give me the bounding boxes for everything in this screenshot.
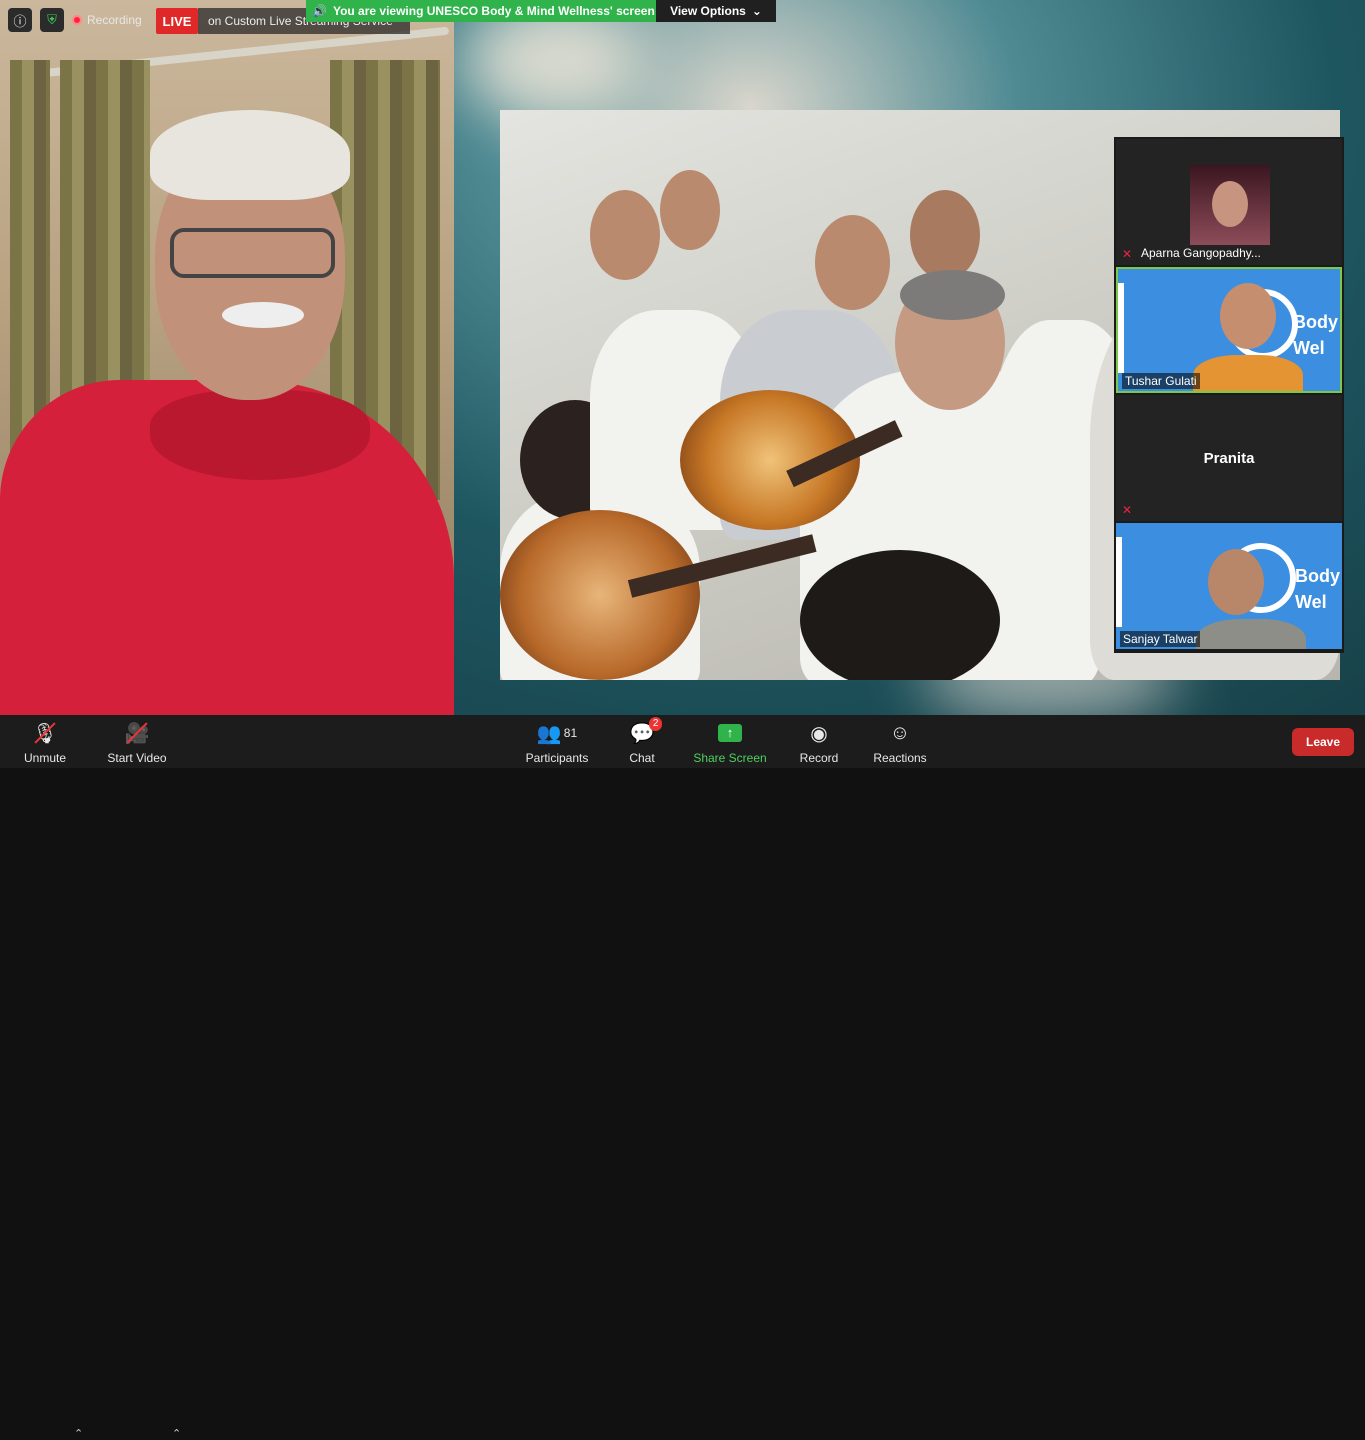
participant-name: Tushar Gulati: [1122, 373, 1200, 389]
participant-body: [1196, 619, 1306, 649]
participants-count: 81: [563, 726, 578, 740]
background-text: Body Wel: [1293, 312, 1338, 358]
share-screen-label: Share Screen: [693, 751, 767, 765]
viewing-banner: 🔊 You are viewing UNESCO Body & Mind Wel…: [306, 0, 656, 22]
record-label: Record: [799, 751, 839, 765]
start-video-label: Start Video: [107, 751, 167, 765]
participants-button[interactable]: 👥 81 Participants: [525, 721, 589, 766]
photo-guitar: [500, 510, 700, 680]
photo-head: [660, 170, 720, 250]
share-screen-button[interactable]: ↑ Share Screen: [693, 721, 767, 765]
participants-label: Participants: [525, 751, 589, 765]
avatar: [1190, 165, 1270, 245]
photo-head: [590, 190, 660, 280]
mic-muted-icon: ✕: [1122, 247, 1133, 261]
background-text: Body Wel: [1295, 566, 1340, 612]
unesco-logo-graphic: [1116, 537, 1176, 627]
participant-tile[interactable]: Body Wel Sanjay Talwar: [1116, 523, 1342, 649]
participant-tile[interactable]: Pranita ✕: [1116, 395, 1342, 521]
participant-body: [1193, 355, 1303, 391]
participant-face: [1220, 283, 1276, 349]
start-video-button[interactable]: 🎥 Start Video: [106, 721, 168, 765]
recording-label: Recording: [87, 13, 142, 27]
speaker-hair: [150, 110, 350, 200]
chevron-down-icon: ⌄: [751, 4, 762, 18]
participant-gallery: ✕ Aparna Gangopadhy... Body Wel Tushar Gu…: [1114, 137, 1344, 653]
chevron-up-icon[interactable]: ⌃: [74, 1427, 83, 1440]
microphone-icon: 🎙: [32, 721, 58, 745]
participant-tile[interactable]: ✕ Aparna Gangopadhy...: [1116, 139, 1342, 265]
record-icon: ◉: [810, 722, 828, 745]
unmute-button[interactable]: 🎙 Unmute: [22, 721, 68, 765]
photo-head: [910, 190, 980, 280]
leave-button[interactable]: Leave: [1292, 728, 1354, 756]
viewing-banner-text: You are viewing UNESCO Body & Mind Welln…: [332, 4, 655, 18]
photo-head: [800, 550, 1000, 680]
photo-head: [815, 215, 890, 310]
participant-name: Sanjay Talwar: [1120, 631, 1201, 647]
record-button[interactable]: ◉ Record: [799, 721, 839, 766]
participant-face: [1208, 549, 1264, 615]
video-camera-icon: 🎥: [125, 721, 149, 745]
speaker-icon: 🔊: [312, 4, 327, 18]
reactions-label: Reactions: [873, 751, 927, 765]
chat-button[interactable]: 💬 2 Chat: [628, 717, 663, 765]
active-speaker-video[interactable]: [0, 0, 454, 715]
meeting-toolbar: 🎙 Unmute ⌃ 🎥 Start Video ⌃ 👥81 Participa…: [0, 715, 1365, 1440]
speaker-glasses: [170, 228, 335, 278]
reactions-icon: ☺: [889, 721, 911, 744]
unesco-logo-graphic: [1118, 283, 1178, 373]
unmute-label: Unmute: [23, 751, 67, 765]
record-dot-icon: [72, 15, 82, 25]
info-icon[interactable]: ⓘ: [8, 8, 32, 32]
recording-indicator[interactable]: Recording: [72, 8, 152, 32]
view-options-label: View Options: [670, 4, 746, 18]
participant-name: Aparna Gangopadhy...: [1141, 246, 1261, 260]
chevron-up-icon[interactable]: ⌃: [172, 1427, 181, 1440]
chat-label: Chat: [629, 751, 655, 765]
speaker-collar: [150, 390, 370, 480]
speaker-mustache: [222, 302, 304, 328]
view-options-button[interactable]: View Options ⌄: [656, 0, 776, 22]
live-badge[interactable]: LIVE: [156, 8, 198, 34]
participant-name-center: Pranita: [1203, 449, 1255, 467]
participant-tile-active-speaker[interactable]: Body Wel Tushar Gulati: [1116, 267, 1342, 393]
participants-icon: 👥 81: [536, 722, 578, 745]
meeting-stage: ✕ Aparna Gangopadhy... Body Wel Tushar Gu…: [0, 0, 1365, 715]
chat-badge: 2: [648, 717, 663, 731]
mic-muted-icon: ✕: [1122, 503, 1133, 517]
reactions-button[interactable]: ☺ Reactions: [873, 721, 927, 766]
share-screen-icon: ↑: [718, 721, 742, 745]
chat-icon: 💬 2: [630, 717, 663, 745]
shield-icon[interactable]: ⛨: [40, 8, 64, 32]
photo-hair: [900, 270, 1005, 320]
